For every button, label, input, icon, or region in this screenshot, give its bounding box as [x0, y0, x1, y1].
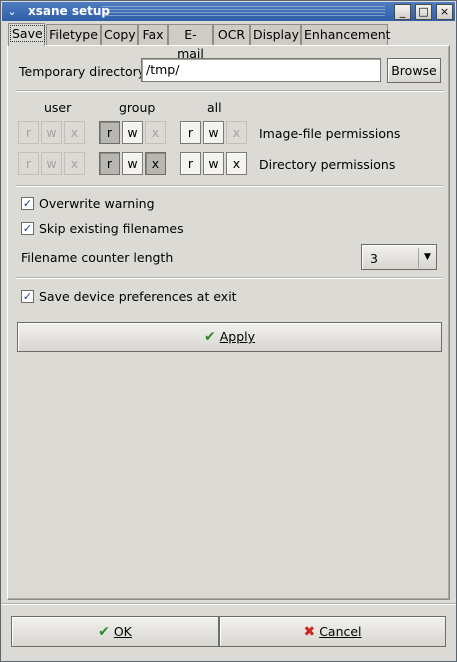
image-group-x-toggle[interactable]: x — [145, 121, 166, 144]
image-group-r-toggle[interactable]: r — [99, 121, 120, 144]
title-bar-stripes — [102, 6, 385, 18]
dir-all-x-toggle[interactable]: x — [226, 152, 247, 175]
chevron-down-icon: ▼ — [418, 248, 436, 268]
ok-label: OK — [113, 624, 132, 639]
separator — [16, 90, 443, 92]
save-page: Temporary directory /tmp/ Browse user gr… — [7, 45, 450, 600]
tab-filetype[interactable]: Filetype — [46, 24, 101, 45]
dir-all-w-toggle[interactable]: w — [203, 152, 224, 175]
separator — [1, 603, 456, 605]
tab-ocr[interactable]: OCR — [213, 24, 250, 45]
dir-group-w-toggle[interactable]: w — [122, 152, 143, 175]
overwrite-warning-label: Overwrite warning — [39, 196, 155, 211]
image-all-x-toggle[interactable]: x — [226, 121, 247, 144]
tab-save[interactable]: Save — [8, 23, 45, 46]
ok-button[interactable]: ✔ OK — [11, 616, 219, 647]
perm-header-group: group — [119, 100, 156, 115]
separator — [16, 185, 443, 187]
chevron-down-icon[interactable]: ⌄ — [4, 4, 20, 19]
image-all-r-toggle[interactable]: r — [180, 121, 201, 144]
tab-fax[interactable]: Fax — [138, 24, 168, 45]
tab-enhancement[interactable]: Enhancement — [301, 24, 391, 45]
apply-label: Apply — [219, 329, 256, 344]
cancel-button[interactable]: ✖ Cancel — [219, 616, 446, 647]
counter-length-value: 3 — [370, 251, 378, 266]
dir-group-r-toggle[interactable]: r — [99, 152, 120, 175]
counter-length-label: Filename counter length — [21, 250, 174, 265]
overwrite-warning-checkbox[interactable]: ✓ — [21, 197, 34, 210]
temp-dir-label: Temporary directory — [19, 64, 146, 79]
tab-email[interactable]: E-mail — [168, 24, 213, 61]
cancel-icon: ✖ — [303, 624, 316, 640]
dir-all-r-toggle[interactable]: r — [180, 152, 201, 175]
maximize-button[interactable]: □ — [415, 4, 432, 20]
image-group-w-toggle[interactable]: w — [122, 121, 143, 144]
dir-group-x-toggle[interactable]: x — [145, 152, 166, 175]
window-title: xsane setup — [28, 4, 110, 18]
xsane-setup-window: ⌄ xsane setup _ □ × Save Filetype Copy F… — [0, 0, 457, 662]
image-all-w-toggle[interactable]: w — [203, 121, 224, 144]
dir-user-r-toggle[interactable]: r — [18, 152, 39, 175]
separator — [16, 277, 443, 279]
skip-existing-label: Skip existing filenames — [39, 221, 184, 236]
image-user-r-toggle[interactable]: r — [18, 121, 39, 144]
close-button[interactable]: × — [436, 4, 453, 20]
save-prefs-checkbox[interactable]: ✓ — [21, 290, 34, 303]
dir-user-x-toggle[interactable]: x — [64, 152, 85, 175]
title-bar[interactable]: ⌄ xsane setup _ □ × — [2, 2, 455, 21]
dir-user-w-toggle[interactable]: w — [41, 152, 62, 175]
perm-header-user: user — [44, 100, 72, 115]
save-prefs-label: Save device preferences at exit — [39, 289, 237, 304]
perm-header-all: all — [207, 100, 222, 115]
minimize-button[interactable]: _ — [394, 4, 411, 20]
dir-perm-label: Directory permissions — [259, 157, 396, 172]
image-perm-label: Image-file permissions — [259, 126, 401, 141]
checkmark-icon: ✔ — [203, 329, 216, 345]
browse-button[interactable]: Browse — [387, 58, 441, 83]
cancel-label: Cancel — [319, 624, 362, 639]
tab-copy[interactable]: Copy — [101, 24, 138, 45]
counter-length-select[interactable]: 3 ▼ — [361, 244, 437, 270]
tab-display[interactable]: Display — [250, 24, 301, 45]
apply-button[interactable]: ✔ Apply — [17, 322, 442, 352]
skip-existing-checkbox[interactable]: ✓ — [21, 222, 34, 235]
checkmark-icon: ✔ — [98, 624, 110, 640]
image-user-x-toggle[interactable]: x — [64, 121, 85, 144]
image-user-w-toggle[interactable]: w — [41, 121, 62, 144]
temp-dir-input[interactable]: /tmp/ — [141, 58, 381, 82]
